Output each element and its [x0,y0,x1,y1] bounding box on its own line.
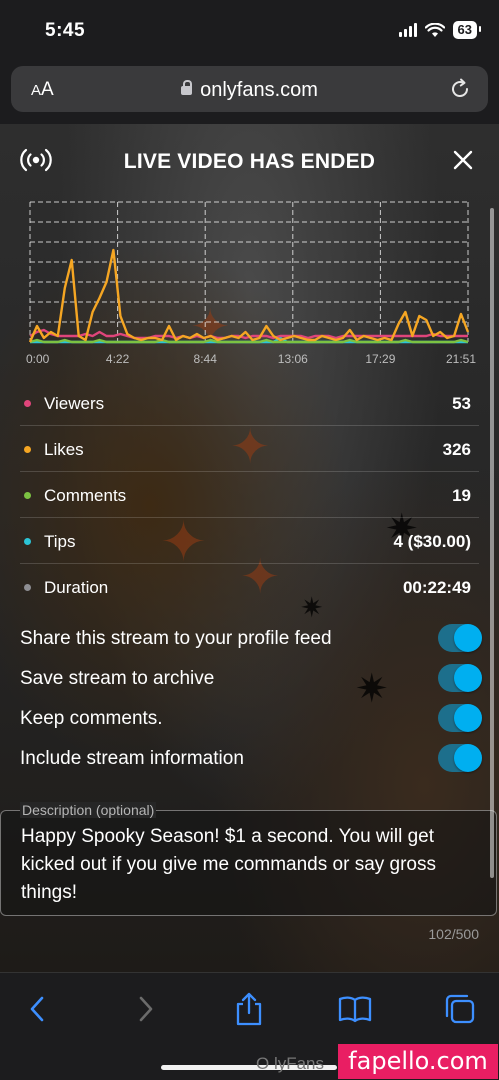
stat-row-duration: Duration 00:22:49 [20,564,479,610]
toggle-knob [454,744,482,772]
toggle-switch[interactable] [438,704,482,732]
close-icon[interactable] [451,148,475,172]
description-field[interactable]: Happy Spooky Season! $1 a second. You wi… [0,810,497,916]
toggle-knob [454,624,482,652]
stat-label: Tips [44,532,76,551]
toggle-label: Include stream information [20,748,244,769]
toggle-label: Save stream to archive [20,668,215,689]
battery-indicator: 63 [452,21,482,39]
toggle-switch[interactable] [438,624,482,652]
stat-label: Duration [44,578,109,597]
back-icon[interactable] [20,991,56,1027]
lock-icon [181,80,193,95]
background-text: O lyFans [256,1054,325,1073]
stat-row-tips: Tips 4 ($30.00) [20,518,479,564]
legend-dot [24,400,31,407]
stat-label: Likes [44,440,84,459]
live-ended-modal: ✦ ✦ ✦ ✦ ✷ ✷ ✷ LIVE VIDEO HAS ENDED 0:00 4… [0,124,499,972]
toggle-label: Share this stream to your profile feed [20,628,332,649]
stat-row-comments: Comments 19 [20,472,479,518]
cellular-signal-icon [398,23,417,37]
browser-top-bar: AA onlyfans.com [0,62,499,124]
modal-header: LIVE VIDEO HAS ENDED [0,136,499,184]
stat-label: Viewers [44,394,105,413]
stat-value: 00:22:49 [402,578,471,597]
stat-value: 19 [452,486,471,505]
watermark-logo: fapello.com [338,1044,498,1079]
chart-x-tick-label: 4:22 [106,352,130,366]
status-icons: 63 [398,21,482,39]
stat-value: 326 [442,440,471,459]
toggle-row: Keep comments. [20,700,482,740]
legend-dot [24,584,31,591]
chart-x-tick-label: 0:00 [26,352,50,366]
description-input[interactable]: Happy Spooky Season! $1 a second. You wi… [21,823,478,907]
scrollbar[interactable] [490,208,494,878]
address-bar[interactable]: AA onlyfans.com [11,66,488,112]
stat-value: 53 [452,394,471,413]
stream-stats-chart: 0:00 4:22 8:44 13:06 17:29 21:51 [26,201,476,366]
chart-x-tick-label: 8:44 [194,352,218,366]
toggle-switch[interactable] [438,744,482,772]
url-domain[interactable]: onlyfans.com [11,79,488,102]
chart-x-tick-label: 13:06 [278,352,308,366]
status-time: 5:45 [45,20,86,41]
tabs-icon[interactable] [442,991,478,1027]
stat-row-viewers: Viewers 53 [20,380,479,426]
toggle-knob [454,704,482,732]
bookmarks-icon[interactable] [337,991,373,1027]
toggle-switch[interactable] [438,664,482,692]
toggle-label: Keep comments. [20,708,163,729]
toggle-row: Share this stream to your profile feed [20,620,482,660]
chart-x-tick-label: 17:29 [365,352,395,366]
legend-dot [24,446,31,453]
forward-icon[interactable] [127,991,163,1027]
chart-series-comments [29,338,469,344]
toggle-knob [454,664,482,692]
chart-x-tick-label: 21:51 [446,352,476,366]
toggle-row: Include stream information [20,740,482,780]
status-bar: 5:45 63 [0,0,499,62]
character-count: 102/500 [428,926,479,942]
stat-label: Comments [44,486,127,505]
modal-title: LIVE VIDEO HAS ENDED [123,150,376,173]
toggle-row: Save stream to archive [20,660,482,700]
stats-list: Viewers 53 Likes 326 Comments 19 Tips 4 ($30.00… [20,380,479,610]
legend-dot [24,538,31,545]
settings-toggles: Share this stream to your profile feed Sa… [20,620,482,780]
reload-icon[interactable] [448,77,472,101]
chart-series-likes [28,248,470,343]
description-label: Description (optional) [20,802,157,818]
stat-row-likes: Likes 326 [20,426,479,472]
legend-dot [24,492,31,499]
stat-value: 4 ($30.00) [393,532,472,551]
wifi-icon [424,22,445,37]
share-icon[interactable] [231,991,267,1027]
